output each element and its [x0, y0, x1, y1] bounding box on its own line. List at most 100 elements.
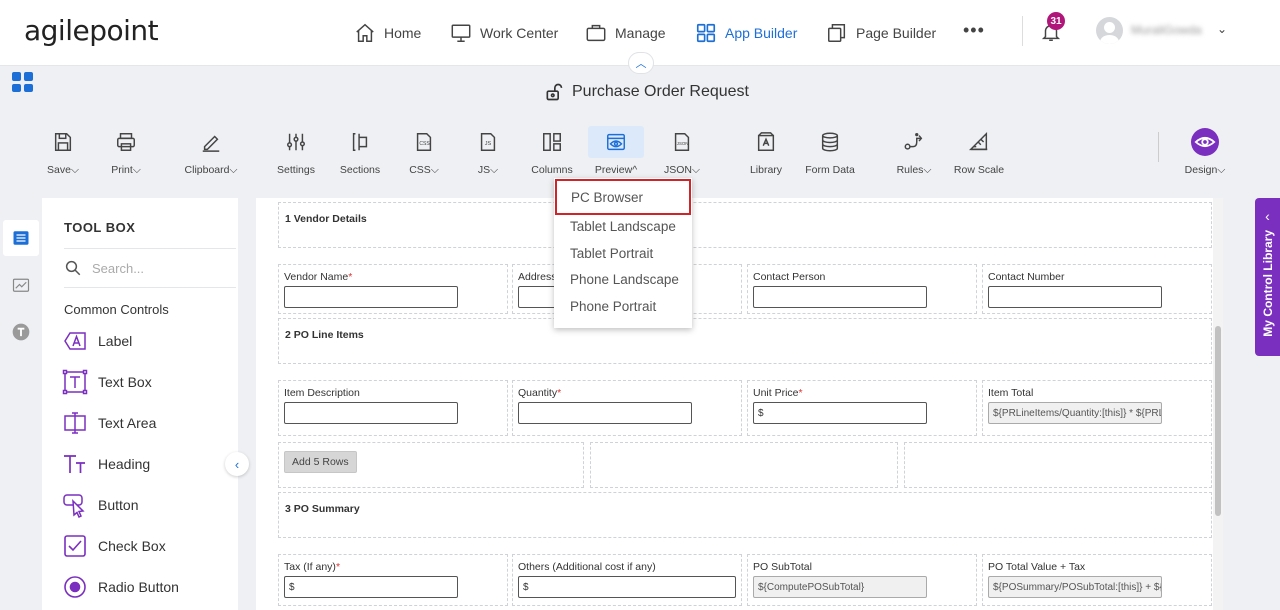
tax-input[interactable]: $ [284, 576, 458, 598]
nav-page-builder[interactable]: Page Builder [826, 20, 936, 46]
required-marker: * [335, 561, 341, 573]
po-total-formula[interactable]: ${POSummary/POSubTotal:[this]} + ${POSum… [988, 576, 1162, 598]
field-contact-number[interactable]: Contact Number [982, 264, 1212, 314]
toolbar-library[interactable]: Library [736, 126, 796, 176]
rail-template-button[interactable] [3, 314, 39, 350]
field-item-description[interactable]: Item Description [278, 380, 508, 436]
collapse-header-button[interactable]: ︿ [628, 52, 654, 74]
toolbar-rules[interactable]: Rules⌵ [884, 126, 944, 177]
notification-badge: 31 [1047, 12, 1065, 30]
toolbar-row-scale[interactable]: Row Scale [949, 126, 1009, 176]
nav-home[interactable]: Home [354, 20, 421, 46]
rules-icon [904, 133, 923, 150]
nav-app-builder-label: App Builder [725, 25, 798, 41]
toolbar-save[interactable]: Save⌵ [33, 126, 93, 177]
unlock-icon[interactable] [544, 82, 564, 102]
toolbar-json[interactable]: JSON JSON⌵ [652, 126, 712, 177]
toolbar-settings[interactable]: Settings [266, 126, 326, 176]
contact-person-input[interactable] [753, 286, 927, 308]
rail-toolbox-button[interactable] [3, 220, 39, 256]
toolbar-css[interactable]: CSS CSS⌵ [394, 126, 454, 177]
empty-cell [904, 442, 1212, 488]
nav-app-builder[interactable]: App Builder [695, 20, 797, 46]
toolbar-form-data[interactable]: Form Data [800, 126, 860, 176]
nav-page-builder-label: Page Builder [856, 25, 937, 41]
field-vendor-name[interactable]: Vendor Name* [278, 264, 508, 314]
toolbar-print-label: Print [111, 164, 133, 176]
menu-item-phone-landscape[interactable]: Phone Landscape [554, 266, 692, 292]
toolbar-js[interactable]: JS JS⌵ [458, 126, 518, 177]
po-subtotal-formula[interactable]: ${ComputePOSubTotal} [753, 576, 927, 598]
menu-item-tablet-portrait[interactable]: Tablet Portrait [554, 240, 692, 266]
rail-chart-button[interactable] [3, 268, 39, 304]
field-contact-person[interactable]: Contact Person [747, 264, 977, 314]
section-vendor-details[interactable]: 1 Vendor Details [278, 202, 1212, 248]
control-heading[interactable]: Heading [62, 451, 150, 477]
print-icon [117, 133, 135, 151]
my-control-library-label: My Control Library [1260, 230, 1275, 337]
caret-down-icon: ⌵ [1217, 164, 1226, 176]
toolbar-columns[interactable]: Columns [522, 126, 582, 176]
menu-item-phone-portrait[interactable]: Phone Portrait [554, 293, 692, 319]
toolbar-row-scale-label: Row Scale [953, 164, 1005, 176]
vendor-name-input[interactable] [284, 286, 458, 308]
search-input[interactable]: Search... [92, 261, 144, 276]
caret-down-icon: ⌵ [692, 164, 700, 176]
add-rows-button[interactable]: Add 5 Rows [284, 451, 357, 473]
item-total-formula[interactable]: ${PRLineItems/Quantity:[this]} * ${PRLin… [988, 402, 1162, 424]
unit-price-input[interactable]: $ [753, 402, 927, 424]
field-tax[interactable]: Tax (If any)* $ [278, 554, 508, 606]
field-item-total[interactable]: Item Total ${PRLineItems/Quantity:[this]… [982, 380, 1212, 436]
others-input[interactable]: $ [518, 576, 736, 598]
menu-item-pc-browser[interactable]: PC Browser [555, 179, 691, 215]
field-po-subtotal[interactable]: PO SubTotal ${ComputePOSubTotal} [747, 554, 977, 606]
control-button[interactable]: Button [62, 492, 138, 518]
toolbar-print[interactable]: Print⌵ [96, 126, 156, 177]
control-radio-button[interactable]: Radio Button [62, 574, 179, 600]
avatar[interactable] [1096, 17, 1123, 44]
section-po-summary[interactable]: 3 PO Summary [278, 492, 1212, 538]
toolbar-preview[interactable]: Preview^ [586, 126, 646, 176]
control-text-box[interactable]: Text Box [62, 369, 152, 395]
nav-manage[interactable]: Manage [585, 20, 666, 46]
collapse-toolbox-button[interactable]: ‹ [225, 452, 249, 476]
caret-down-icon: ⌵ [923, 164, 932, 176]
field-po-total[interactable]: PO Total Value + Tax ${POSummary/POSubTo… [982, 554, 1212, 606]
toolbar-sections[interactable]: Sections [330, 126, 390, 176]
toolbar-clipboard[interactable]: Clipboard⌵ [181, 126, 241, 177]
field-quantity[interactable]: Quantity* [512, 380, 742, 436]
quantity-input[interactable] [518, 402, 692, 424]
field-unit-price[interactable]: Unit Price* $ [747, 380, 977, 436]
apps-grid-icon[interactable] [12, 72, 34, 92]
contact-number-input[interactable] [988, 286, 1162, 308]
control-text-area[interactable]: Text Area [62, 410, 156, 436]
section-po-line-items[interactable]: 2 PO Line Items [278, 318, 1212, 364]
chevron-left-icon: ‹ [1265, 208, 1270, 224]
monitor-icon [451, 24, 471, 42]
left-side-rail [0, 198, 42, 610]
item-description-input[interactable] [284, 402, 458, 424]
canvas-scrollbar[interactable] [1213, 198, 1223, 610]
agilepoint-logo[interactable]: agilepoint [24, 14, 159, 47]
toolbar-css-label: CSS [409, 164, 431, 176]
database-icon [821, 132, 839, 152]
field-label: Unit Price [753, 387, 799, 399]
pencil-icon [202, 135, 220, 152]
add-rows-cell: Add 5 Rows [278, 442, 584, 488]
nav-work-center[interactable]: Work Center [450, 20, 558, 46]
control-check-box[interactable]: Check Box [62, 533, 166, 559]
scrollbar-thumb[interactable] [1215, 326, 1221, 516]
toolbar-design[interactable]: Design⌵ [1175, 126, 1235, 177]
more-menu-icon[interactable]: ••• [963, 20, 985, 41]
field-others[interactable]: Others (Additional cost if any) $ [512, 554, 742, 606]
required-marker: * [348, 271, 353, 283]
chevron-down-icon[interactable]: ⌄ [1217, 22, 1227, 36]
toolbox-search[interactable]: Search... [64, 248, 236, 288]
field-label: Item Total [988, 387, 1034, 399]
my-control-library-tab[interactable]: ‹ My Control Library [1255, 198, 1280, 356]
menu-item-tablet-landscape[interactable]: Tablet Landscape [554, 213, 692, 239]
control-text-box-text: Text Box [98, 374, 152, 390]
heading-icon [64, 455, 85, 473]
control-label[interactable]: Label [62, 328, 132, 354]
field-label: Contact Person [753, 271, 826, 283]
